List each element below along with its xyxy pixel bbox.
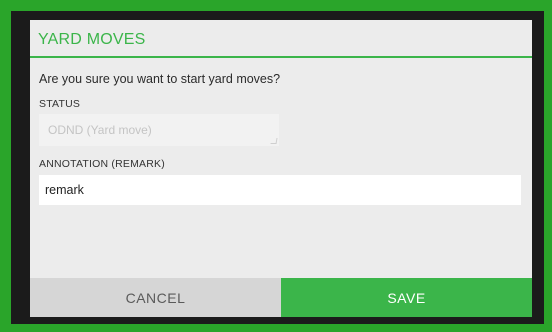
annotation-input[interactable] [39, 175, 521, 205]
save-button[interactable]: SAVE [281, 278, 532, 317]
cancel-button[interactable]: CANCEL [30, 278, 281, 317]
dialog-header: YARD MOVES [30, 20, 532, 58]
status-field: ODND (Yard move) [39, 114, 279, 146]
status-value: ODND (Yard move) [48, 123, 152, 137]
status-label: STATUS [39, 98, 81, 110]
resize-grip-icon [270, 138, 278, 144]
yard-moves-dialog: YARD MOVES Are you sure you want to star… [30, 20, 532, 317]
dialog-title: YARD MOVES [38, 31, 146, 48]
confirmation-question: Are you sure you want to start yard move… [39, 72, 281, 86]
annotation-label: ANNOTATION (REMARK) [39, 158, 165, 170]
